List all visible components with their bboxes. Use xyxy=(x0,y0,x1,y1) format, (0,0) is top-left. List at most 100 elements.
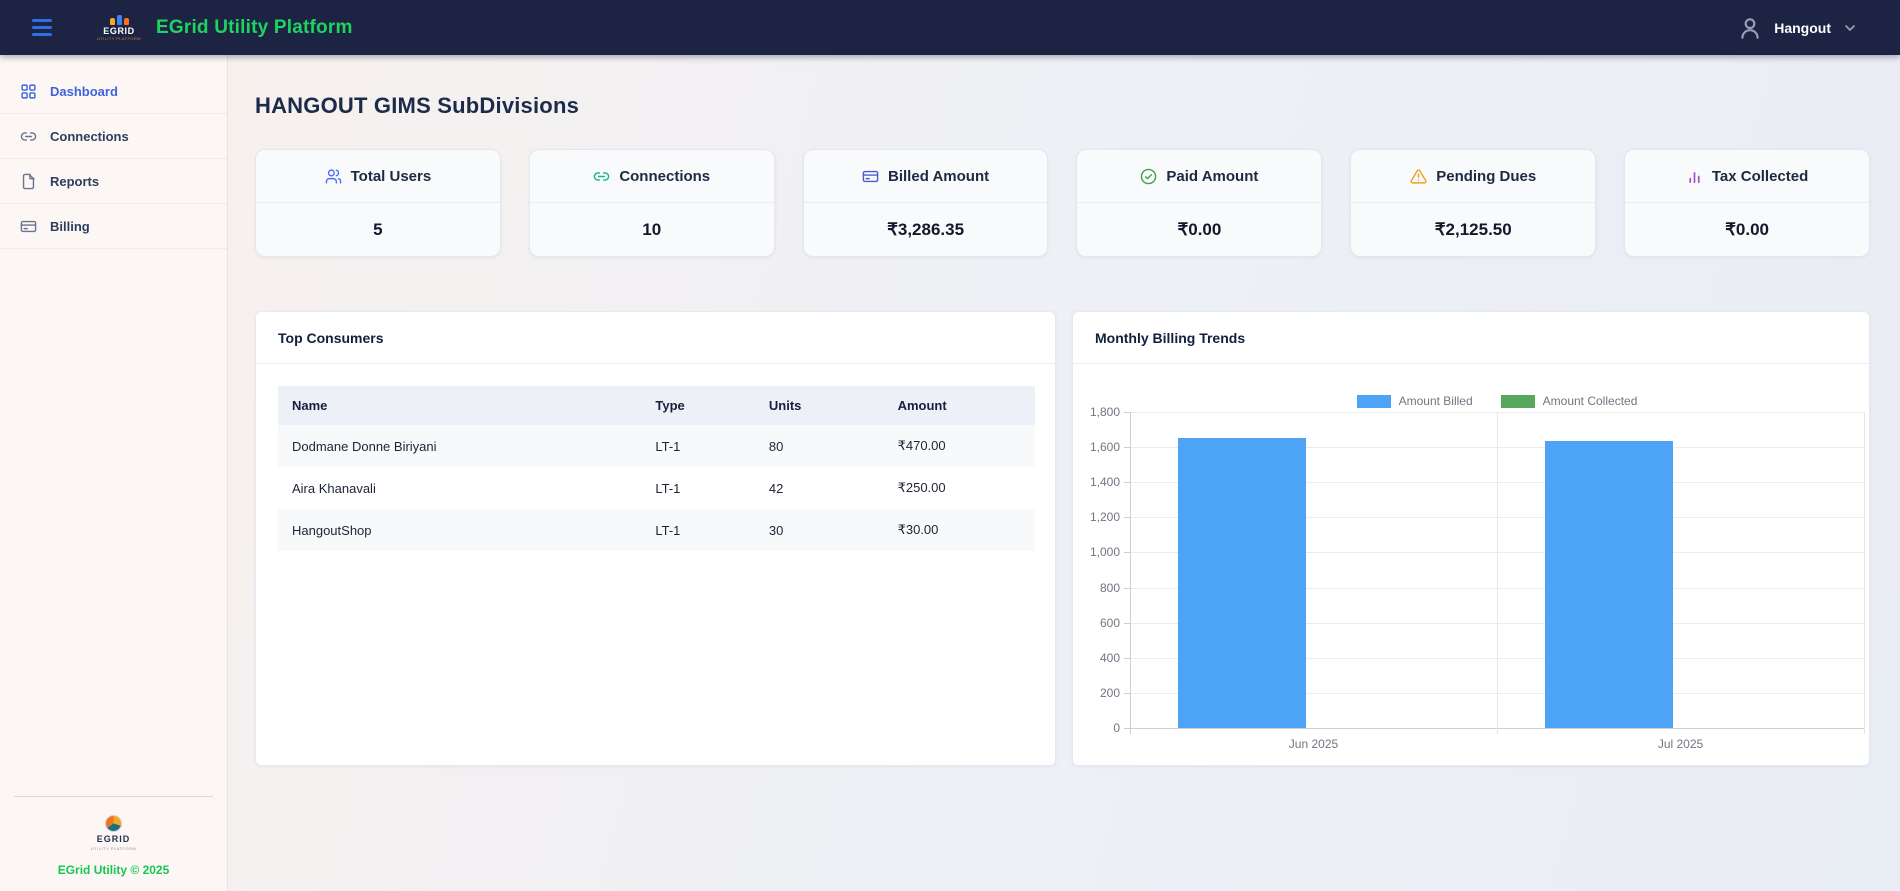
logo-subtext: UTILITY PLATFORM xyxy=(97,35,141,41)
users-icon xyxy=(325,168,342,185)
legend-swatch xyxy=(1500,394,1535,408)
card-icon xyxy=(20,218,37,235)
logo-flames-icon xyxy=(109,14,129,25)
top-consumers-title: Top Consumers xyxy=(256,312,1055,364)
chevron-down-icon xyxy=(1845,24,1855,31)
table-cell: LT-1 xyxy=(655,522,681,538)
stat-label: Total Users xyxy=(350,167,432,185)
legend-amount-collected: Amount Collected xyxy=(1500,394,1638,408)
chart-ylabel: 1,000 xyxy=(1089,545,1120,560)
link-icon xyxy=(20,128,37,145)
stat-card-header: Connections xyxy=(529,150,774,203)
sidebar-footer: EGRID UTILITY PLATFORM EGrid Utility © 2… xyxy=(0,796,227,877)
stat-label: Pending Dues xyxy=(1436,167,1537,185)
stat-value: ₹2,125.50 xyxy=(1434,219,1512,239)
sidebar-nav: Dashboard Connections Reports Billing xyxy=(0,55,227,249)
sidebar-item-label: Billing xyxy=(50,218,90,234)
chart-vgridline xyxy=(1130,412,1131,734)
footer-logo-icon xyxy=(105,815,122,832)
sidebar-item-billing[interactable]: Billing xyxy=(0,204,227,249)
chart-xlabel: Jul 2025 xyxy=(1657,737,1704,751)
sidebar-item-dashboard[interactable]: Dashboard xyxy=(0,69,227,114)
table-cell: LT-1 xyxy=(655,480,681,496)
logo-text: EGRID xyxy=(103,25,135,36)
file-icon xyxy=(20,173,37,190)
top-consumers-table: Name Type Units Amount Dodmane Donne Biriya… xyxy=(278,386,1035,551)
legend-label: Amount Collected xyxy=(1542,394,1638,408)
warning-icon xyxy=(1410,168,1427,185)
page-title: HANGOUT GIMS SubDivisions xyxy=(255,93,580,118)
copyright-text: EGrid Utility © 2025 xyxy=(57,863,170,877)
grid-icon xyxy=(20,83,37,100)
stat-card-header: Tax Collected xyxy=(1625,150,1869,203)
legend-swatch xyxy=(1356,394,1391,408)
check-icon xyxy=(1140,168,1157,185)
stat-card-tax-collected: Tax Collected ₹0.00 xyxy=(1624,149,1870,257)
sidebar-item-label: Reports xyxy=(50,173,100,189)
stat-card-header: Paid Amount xyxy=(1077,150,1322,203)
stat-label: Tax Collected xyxy=(1711,167,1809,185)
user-avatar-icon xyxy=(1741,17,1759,39)
table-cell: ₹30.00 xyxy=(897,522,939,537)
stat-card-billed-amount: Billed Amount ₹3,286.35 xyxy=(802,149,1049,257)
billing-trends-panel: Monthly Billing Trends Amount Billed Amou… xyxy=(1072,311,1870,766)
column-header-name: Name xyxy=(278,386,642,425)
billing-trends-title: Monthly Billing Trends xyxy=(1073,312,1869,364)
sidebar-item-connections[interactable]: Connections xyxy=(0,114,227,159)
sidebar: Dashboard Connections Reports Billing EGRID… xyxy=(0,55,228,891)
stat-card-connections: Connections 10 xyxy=(528,149,775,257)
stat-value: ₹0.00 xyxy=(1177,219,1222,239)
sidebar-item-reports[interactable]: Reports xyxy=(0,159,227,204)
egrid-logo: EGRID UTILITY PLATFORM xyxy=(96,14,142,41)
footer-divider xyxy=(14,796,213,797)
chart-ylabel: 1,600 xyxy=(1089,440,1120,455)
table-cell: 42 xyxy=(768,480,784,496)
table-cell: LT-1 xyxy=(655,438,681,454)
footer-logo: EGRID UTILITY PLATFORM xyxy=(0,815,227,851)
user-name: Hangout xyxy=(1774,19,1831,36)
chart-ylabel: 400 xyxy=(1099,650,1120,665)
table-row: HangoutShop LT-1 30 ₹30.00 xyxy=(278,509,1035,551)
stat-card-header: Billed Amount xyxy=(803,150,1048,203)
chart-ylabel: 800 xyxy=(1099,580,1120,595)
stat-label: Billed Amount xyxy=(888,167,990,185)
menu-toggle-button[interactable] xyxy=(28,15,56,40)
stat-card-pending-dues: Pending Dues ₹2,125.50 xyxy=(1350,149,1597,257)
stat-card-header: Pending Dues xyxy=(1351,150,1596,203)
table-cell: Dodmane Donne Biriyani xyxy=(292,438,437,454)
hamburger-icon xyxy=(32,19,52,22)
table-cell: 30 xyxy=(768,522,784,538)
table-cell: ₹470.00 xyxy=(897,438,946,453)
table-row: Aira Khanavali LT-1 42 ₹250.00 xyxy=(278,467,1035,509)
chart-vgridline xyxy=(1864,412,1865,734)
chart-ylabel: 0 xyxy=(1113,721,1120,735)
stat-label: Connections xyxy=(619,167,711,185)
user-menu[interactable]: Hangout xyxy=(1737,15,1858,41)
chart-ylabel: 1,200 xyxy=(1089,510,1120,525)
chart-ylabel: 1,800 xyxy=(1089,405,1120,419)
stat-value: 10 xyxy=(642,219,662,239)
table-cell: Aira Khanavali xyxy=(292,480,376,496)
table-row: Dodmane Donne Biriyani LT-1 80 ₹470.00 xyxy=(278,425,1035,467)
stat-value: ₹0.00 xyxy=(1725,219,1769,239)
chart-bar-jul-2025-amount-billed xyxy=(1544,440,1673,728)
column-header-units: Units xyxy=(754,386,884,425)
chart-vgridline xyxy=(1497,412,1498,734)
stat-card-total-users: Total Users 5 xyxy=(255,149,501,257)
sidebar-item-label: Connections xyxy=(50,128,129,144)
app-title: EGrid Utility Platform xyxy=(156,16,353,38)
card-icon xyxy=(862,168,879,185)
chart-legend: Amount Billed Amount Collected xyxy=(1130,394,1864,408)
column-header-amount: Amount xyxy=(883,386,1035,425)
table-header-row: Name Type Units Amount xyxy=(278,386,1035,425)
column-header-type: Type xyxy=(641,386,755,425)
chart-bar-jun-2025-amount-billed xyxy=(1177,438,1306,728)
main-content: HANGOUT GIMS SubDivisions Total Users 5 Co… xyxy=(228,55,1900,891)
chart-xlabel: Jun 2025 xyxy=(1288,737,1339,751)
legend-amount-billed: Amount Billed xyxy=(1356,394,1473,408)
top-consumers-panel: Top Consumers Name Type Units Amount Dodman… xyxy=(255,311,1056,766)
legend-label: Amount Billed xyxy=(1398,394,1473,408)
link-icon xyxy=(593,168,610,185)
stat-card-paid-amount: Paid Amount ₹0.00 xyxy=(1076,149,1323,257)
top-navbar: EGRID UTILITY PLATFORM EGrid Utility Pla… xyxy=(0,0,1900,55)
